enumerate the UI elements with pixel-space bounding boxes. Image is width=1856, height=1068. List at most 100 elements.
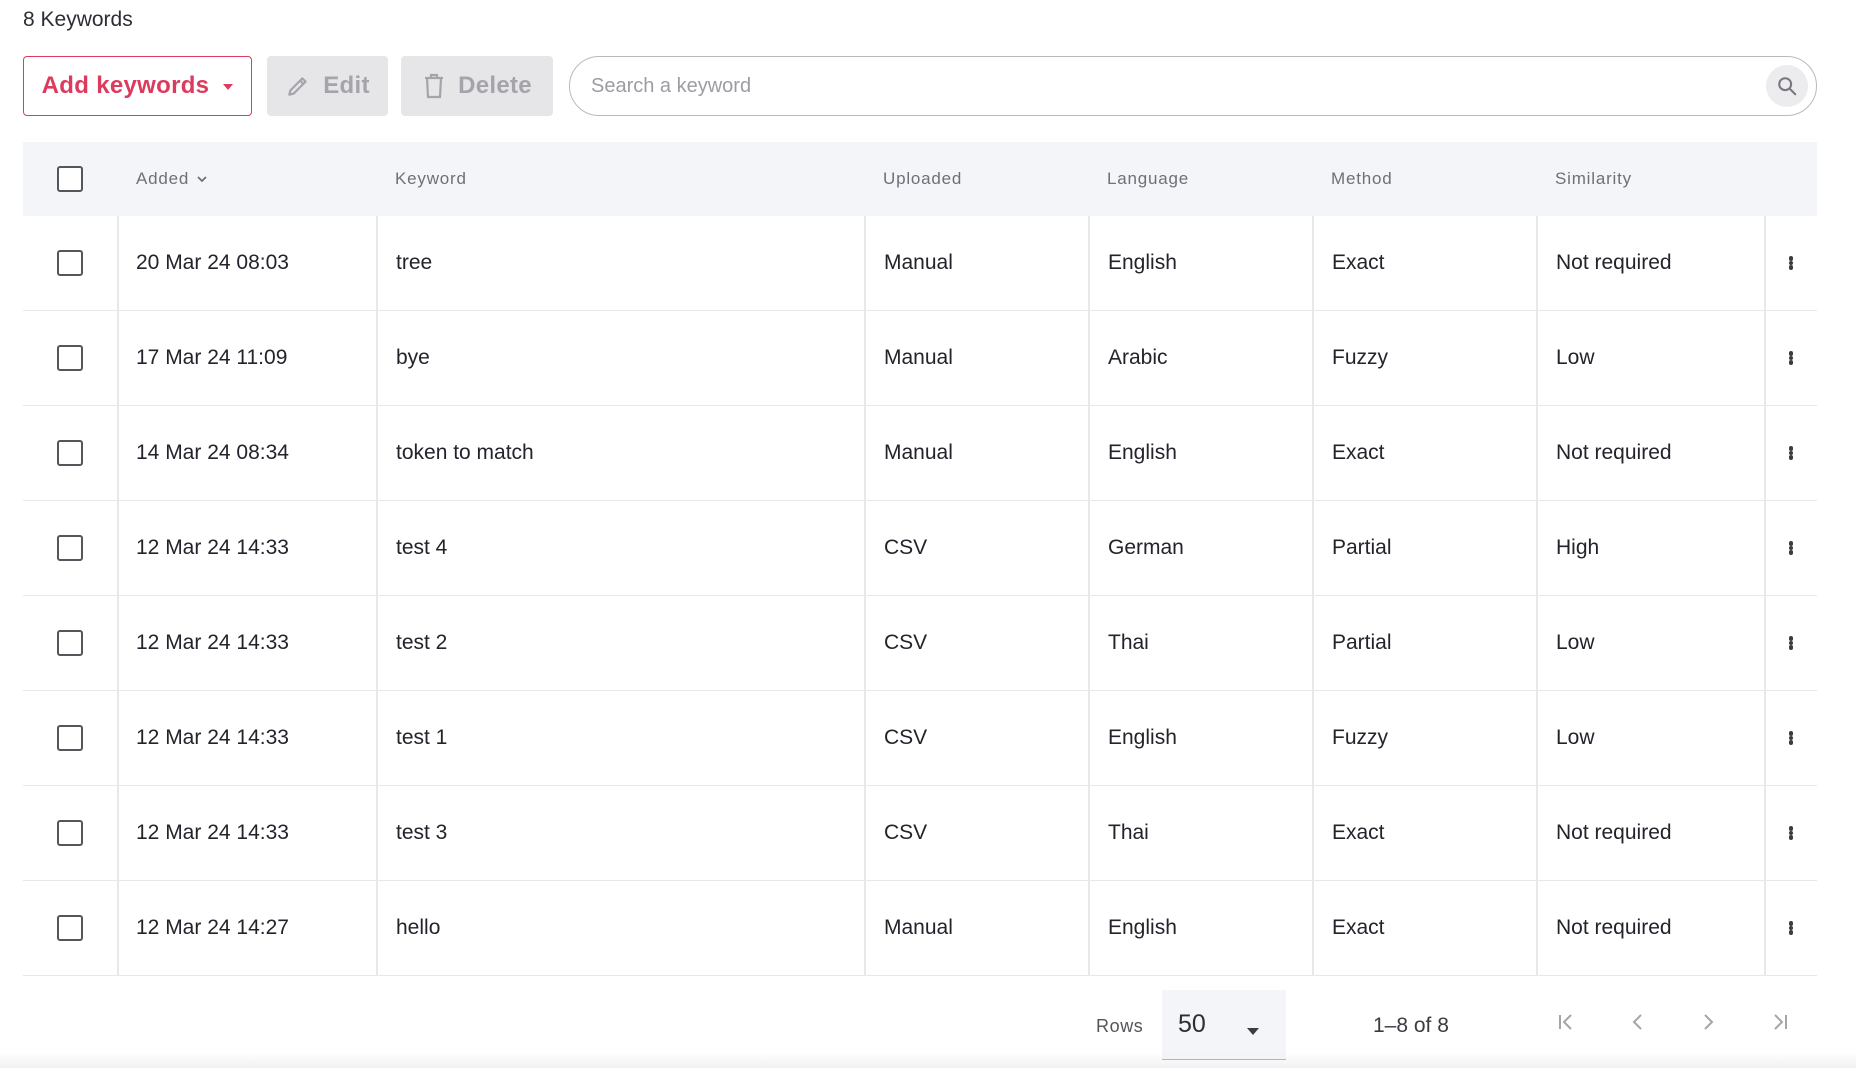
column-header-added[interactable]: Added bbox=[136, 142, 209, 216]
previous-page-button[interactable] bbox=[1620, 1004, 1656, 1040]
table-row[interactable]: 12 Mar 24 14:33 test 3 CSV Thai Exact Not req… bbox=[23, 786, 1817, 881]
column-divider bbox=[376, 786, 378, 880]
column-divider bbox=[1312, 881, 1314, 975]
edit-button[interactable]: Edit bbox=[267, 56, 388, 116]
column-divider bbox=[1088, 311, 1090, 405]
cell-language: Thai bbox=[1108, 821, 1149, 844]
column-divider bbox=[1312, 501, 1314, 595]
cell-added: 12 Mar 24 14:33 bbox=[136, 536, 289, 559]
column-header-similarity[interactable]: Similarity bbox=[1555, 142, 1632, 216]
rows-per-page-select[interactable]: 50 bbox=[1162, 990, 1286, 1060]
column-header-keyword[interactable]: Keyword bbox=[395, 142, 467, 216]
column-divider bbox=[376, 501, 378, 595]
column-divider bbox=[864, 501, 866, 595]
cell-similarity: Low bbox=[1556, 726, 1595, 749]
delete-label: Delete bbox=[458, 72, 532, 99]
row-actions-button[interactable] bbox=[1765, 216, 1817, 310]
next-page-button[interactable] bbox=[1690, 1004, 1726, 1040]
row-checkbox[interactable] bbox=[57, 630, 83, 656]
cell-added: 17 Mar 24 11:09 bbox=[136, 346, 288, 369]
column-divider bbox=[117, 406, 119, 500]
column-divider bbox=[864, 406, 866, 500]
column-divider bbox=[1536, 786, 1538, 880]
row-actions-button[interactable] bbox=[1765, 596, 1817, 690]
select-all-checkbox[interactable] bbox=[57, 166, 83, 192]
delete-button[interactable]: Delete bbox=[401, 56, 553, 116]
column-header-language[interactable]: Language bbox=[1107, 142, 1189, 216]
row-actions-button[interactable] bbox=[1765, 501, 1817, 595]
keywords-page: 8 Keywords Add keywords Edit Delete Sear… bbox=[0, 0, 1856, 1068]
column-divider bbox=[1536, 406, 1538, 500]
table-row[interactable]: 12 Mar 24 14:33 test 4 CSV German Partial Hig… bbox=[23, 501, 1817, 596]
search-box bbox=[569, 56, 1817, 116]
toolbar: Add keywords Edit Delete bbox=[23, 56, 1817, 116]
row-actions-button[interactable] bbox=[1765, 691, 1817, 785]
cell-keyword: tree bbox=[396, 251, 433, 274]
row-checkbox[interactable] bbox=[57, 725, 83, 751]
search-input[interactable] bbox=[591, 74, 1731, 98]
add-keywords-button[interactable]: Add keywords bbox=[23, 56, 252, 116]
column-divider bbox=[1312, 596, 1314, 690]
caret-down-icon bbox=[1247, 1028, 1259, 1035]
keyword-count: 8 Keywords bbox=[23, 8, 133, 31]
cell-similarity: Not required bbox=[1556, 916, 1672, 939]
column-divider bbox=[117, 501, 119, 595]
row-actions-button[interactable] bbox=[1765, 881, 1817, 975]
row-checkbox[interactable] bbox=[57, 535, 83, 561]
chevron-right-icon bbox=[1704, 1014, 1714, 1030]
cell-language: English bbox=[1108, 916, 1177, 939]
column-divider bbox=[1536, 596, 1538, 690]
column-header-method[interactable]: Method bbox=[1331, 142, 1393, 216]
column-divider bbox=[1088, 786, 1090, 880]
row-select-cell bbox=[57, 501, 83, 595]
column-divider bbox=[1088, 501, 1090, 595]
row-actions-button[interactable] bbox=[1765, 406, 1817, 500]
chevron-down-icon bbox=[197, 176, 207, 183]
cell-keyword: test 4 bbox=[396, 536, 448, 559]
column-divider bbox=[117, 881, 119, 975]
cell-method: Exact bbox=[1332, 821, 1385, 844]
table-header: Added Keyword Uploaded Language Method S… bbox=[23, 142, 1817, 216]
caret-down-icon bbox=[223, 84, 234, 90]
table-row[interactable]: 17 Mar 24 11:09 bye Manual Arabic Fuzzy Low bbox=[23, 311, 1817, 406]
search-button[interactable] bbox=[1766, 65, 1808, 107]
row-checkbox[interactable] bbox=[57, 820, 83, 846]
table-row[interactable]: 12 Mar 24 14:27 hello Manual English Exact No… bbox=[23, 881, 1817, 976]
table-body: 20 Mar 24 08:03 tree Manual English Exact Not… bbox=[23, 216, 1817, 976]
cell-uploaded: CSV bbox=[884, 536, 928, 559]
first-page-button[interactable] bbox=[1548, 1004, 1584, 1040]
chevron-left-icon bbox=[1632, 1014, 1642, 1030]
column-divider bbox=[1536, 311, 1538, 405]
row-checkbox[interactable] bbox=[57, 915, 83, 941]
more-vertical-icon-dot bbox=[1788, 455, 1794, 460]
row-select-cell bbox=[57, 216, 83, 310]
row-actions-button[interactable] bbox=[1765, 786, 1817, 880]
row-checkbox[interactable] bbox=[57, 345, 83, 371]
add-keywords-label: Add keywords bbox=[41, 72, 210, 99]
row-select-cell bbox=[57, 786, 83, 880]
table-row[interactable]: 12 Mar 24 14:33 test 2 CSV Thai Partial Low bbox=[23, 596, 1817, 691]
cell-added: 12 Mar 24 14:33 bbox=[136, 631, 289, 654]
table-row[interactable]: 14 Mar 24 08:34 token to match Manual Engli… bbox=[23, 406, 1817, 501]
column-header-uploaded[interactable]: Uploaded bbox=[883, 142, 962, 216]
column-divider bbox=[864, 216, 866, 310]
column-divider bbox=[1312, 691, 1314, 785]
cell-uploaded: Manual bbox=[884, 346, 953, 369]
column-divider bbox=[1536, 881, 1538, 975]
row-checkbox[interactable] bbox=[57, 250, 83, 276]
column-divider bbox=[1536, 216, 1538, 310]
row-actions-button[interactable] bbox=[1765, 311, 1817, 405]
cell-method: Partial bbox=[1332, 536, 1392, 559]
table-row[interactable]: 20 Mar 24 08:03 tree Manual English Exact Not… bbox=[23, 216, 1817, 311]
column-divider bbox=[864, 311, 866, 405]
cell-keyword: hello bbox=[396, 916, 441, 939]
cell-similarity: Low bbox=[1556, 631, 1595, 654]
more-vertical-icon-dot bbox=[1788, 360, 1794, 365]
column-divider bbox=[1088, 881, 1090, 975]
row-checkbox[interactable] bbox=[57, 440, 83, 466]
cell-method: Partial bbox=[1332, 631, 1392, 654]
cell-language: German bbox=[1108, 536, 1184, 559]
table-row[interactable]: 12 Mar 24 14:33 test 1 CSV English Fuzzy Low bbox=[23, 691, 1817, 786]
last-page-icon bbox=[1774, 1014, 1787, 1030]
last-page-button[interactable] bbox=[1762, 1004, 1798, 1040]
